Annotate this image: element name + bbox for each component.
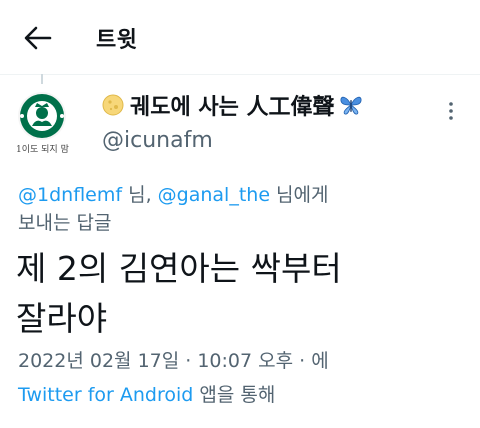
arrow-left-icon[interactable]: [22, 24, 52, 52]
tweet-source-link[interactable]: Twitter for Android: [18, 384, 193, 406]
tweet-timestamp[interactable]: 2022년 02월 17일 · 10:07 오후 · 에: [18, 346, 329, 373]
avatar-caption: 1이도 되지 맘: [16, 145, 69, 155]
mention-link[interactable]: @1dnflemf: [18, 184, 122, 206]
reply-context-line: @1dnflemf 님, @ganal_the 님에게: [18, 180, 329, 207]
page-title: 트윗: [96, 28, 138, 53]
author-name-row[interactable]: 궤도에 사는 人工偉聲: [102, 88, 363, 122]
tweet-source-suffix: 앱을 통해: [193, 384, 276, 406]
reply-context-text: 님,: [122, 184, 158, 206]
thread-connector-line: [41, 74, 43, 84]
moon-emoji-icon: [102, 94, 124, 116]
siren-logo-icon: [20, 94, 64, 138]
author-handle[interactable]: @icunafm: [102, 128, 213, 153]
reply-context-text: 님에게: [270, 184, 329, 206]
more-vertical-icon[interactable]: [445, 100, 457, 122]
header-divider: [0, 74, 480, 75]
butterfly-emoji-icon: [340, 96, 361, 115]
top-bar: 트윗: [0, 0, 480, 74]
author-display-name: 궤도에 사는 人工偉聲: [130, 95, 335, 120]
tweet-text: 제 2의 김연아는 싹부터 잘라야: [16, 249, 342, 338]
reply-context-suffix: 보내는 답글: [18, 212, 112, 234]
tweet-source-line: Twitter for Android 앱을 통해: [18, 380, 275, 407]
avatar[interactable]: [18, 92, 66, 140]
mention-link[interactable]: @ganal_the: [158, 184, 270, 206]
